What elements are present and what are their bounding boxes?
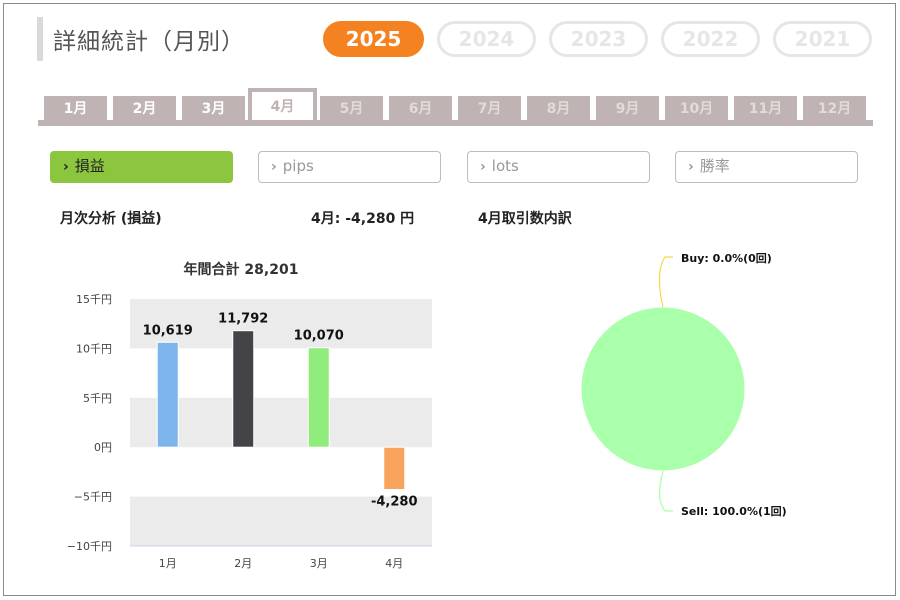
filter-button-2[interactable]: › lots bbox=[467, 151, 650, 183]
buy-label: Buy: 0.0%(0回) bbox=[681, 251, 772, 265]
year-button-2021[interactable]: 2021 bbox=[773, 21, 872, 57]
month-tab-8[interactable]: 8月 bbox=[527, 96, 590, 122]
month-result: 4月: -4,280 円 bbox=[311, 211, 415, 227]
bar-3月 bbox=[307, 347, 330, 448]
y-tick-label: 5千円 bbox=[83, 392, 112, 405]
chart-title: 年間合計 28,201 bbox=[184, 261, 299, 278]
bar-value-label: 10,619 bbox=[143, 323, 193, 338]
year-button-2024[interactable]: 2024 bbox=[437, 21, 536, 57]
filter-button-1[interactable]: › pips bbox=[258, 151, 441, 183]
chevron-right-icon: › bbox=[480, 159, 486, 175]
buy-connector bbox=[658, 256, 673, 308]
y-tick-label: −5千円 bbox=[74, 491, 112, 504]
month-tab-9[interactable]: 9月 bbox=[596, 96, 659, 122]
page-title: 詳細統計（月別） bbox=[53, 29, 245, 55]
monthly-pnl-bar-chart: 年間合計 28,201 15千円 10千円 5千円 0円 −5千円 −10千円 10,619 1… bbox=[67, 261, 432, 570]
y-tick-label: 15千円 bbox=[76, 293, 112, 306]
chevron-right-icon: › bbox=[688, 159, 694, 175]
filter-button-3[interactable]: › 勝率 bbox=[675, 151, 858, 183]
trade-breakdown-label: 4月取引数内訳 bbox=[478, 211, 572, 227]
filter-label: pips bbox=[282, 157, 314, 175]
month-tab-7[interactable]: 7月 bbox=[458, 96, 521, 122]
x-tick-label: 4月 bbox=[385, 557, 403, 570]
filter-label: 損益 bbox=[74, 157, 105, 175]
month-tab-10[interactable]: 10月 bbox=[665, 96, 728, 122]
year-button-2023[interactable]: 2023 bbox=[549, 21, 648, 57]
y-tick-label: 0円 bbox=[94, 441, 112, 454]
trade-breakdown-pie-chart: Buy: 0.0%(0回) Sell: 100.0%(1回) bbox=[580, 251, 787, 518]
y-tick-label: −10千円 bbox=[67, 540, 112, 553]
year-button-2022[interactable]: 2022 bbox=[661, 21, 760, 57]
sell-label: Sell: 100.0%(1回) bbox=[681, 504, 787, 518]
monthly-analysis-label: 月次分析 (損益) bbox=[60, 211, 162, 227]
x-tick-label: 2月 bbox=[234, 557, 252, 570]
bar-2月 bbox=[232, 330, 255, 448]
filter-label: lots bbox=[491, 157, 519, 175]
sell-connector bbox=[658, 470, 673, 512]
month-tab-12[interactable]: 12月 bbox=[803, 96, 866, 122]
month-tab-5[interactable]: 5月 bbox=[320, 96, 383, 122]
month-tab-6[interactable]: 6月 bbox=[389, 96, 452, 122]
year-button-2025[interactable]: 2025 bbox=[323, 21, 424, 57]
chevron-right-icon: › bbox=[271, 159, 277, 175]
x-tick-label: 3月 bbox=[310, 557, 328, 570]
pie-slice-sell bbox=[580, 306, 746, 472]
month-tabs-baseline bbox=[38, 120, 873, 126]
bar-value-label: -4,280 bbox=[371, 494, 418, 509]
chevron-right-icon: › bbox=[63, 159, 69, 175]
title-accent-bar bbox=[37, 17, 43, 61]
x-tick-label: 1月 bbox=[159, 557, 177, 570]
bar-4月 bbox=[383, 446, 406, 490]
filter-label: 勝率 bbox=[699, 157, 730, 175]
y-tick-label: 10千円 bbox=[76, 342, 112, 355]
month-tab-2[interactable]: 2月 bbox=[113, 96, 176, 122]
bar-value-label: 11,792 bbox=[218, 312, 268, 327]
month-tab-1[interactable]: 1月 bbox=[44, 96, 107, 122]
month-tab-3[interactable]: 3月 bbox=[182, 96, 245, 122]
bar-1月 bbox=[156, 341, 179, 448]
month-tab-11[interactable]: 11月 bbox=[734, 96, 797, 122]
bar-value-label: 10,070 bbox=[294, 329, 344, 344]
filter-button-0[interactable]: › 損益 bbox=[50, 151, 233, 183]
